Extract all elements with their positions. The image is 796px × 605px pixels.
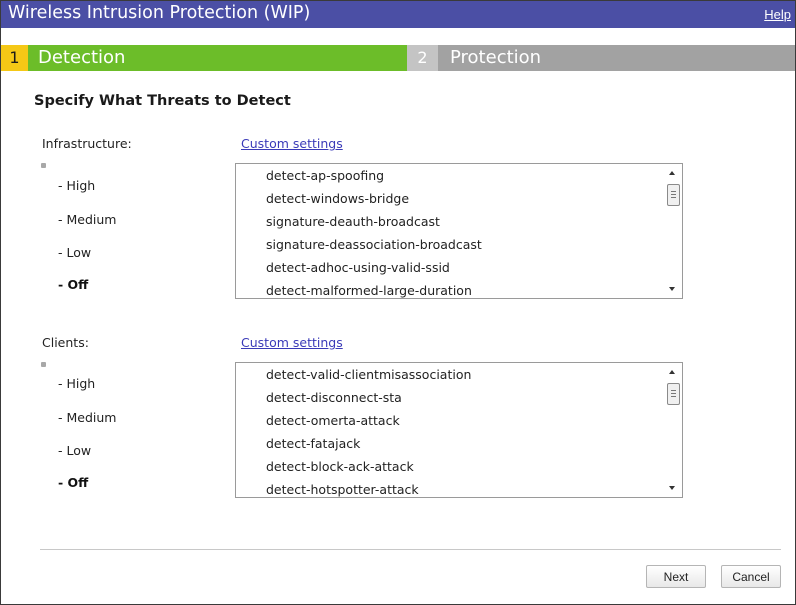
scroll-down-icon[interactable] (669, 287, 675, 291)
list-item[interactable]: detect-fatajack (236, 434, 656, 457)
clients-label: Clients: (42, 335, 89, 350)
infrastructure-threat-list[interactable]: detect-ap-spoofing detect-windows-bridge… (235, 163, 683, 299)
infrastructure-label: Infrastructure: (42, 136, 132, 151)
list-item[interactable]: detect-windows-bridge (236, 189, 656, 212)
list-item[interactable]: detect-hotspotter-attack (236, 480, 656, 497)
clients-threat-list[interactable]: detect-valid-clientmisassociation detect… (235, 362, 683, 498)
infrastructure-slider-handle[interactable] (41, 163, 46, 168)
dialog-title: Wireless Intrusion Protection (WIP) (8, 3, 311, 23)
list-item[interactable]: detect-omerta-attack (236, 411, 656, 434)
clients-level-medium[interactable]: - Medium (58, 410, 116, 425)
wip-dialog: Wireless Intrusion Protection (WIP) Help… (0, 0, 796, 605)
step-label: Detection (28, 45, 407, 71)
list-item[interactable]: signature-deassociation-broadcast (236, 235, 656, 258)
title-bar: Wireless Intrusion Protection (WIP) Help (1, 1, 795, 28)
step-label: Protection (438, 45, 795, 71)
infrastructure-level-medium[interactable]: - Medium (58, 212, 116, 227)
step-number: 1 (1, 45, 28, 71)
infrastructure-level-low[interactable]: - Low (58, 245, 91, 260)
clients-level-low[interactable]: - Low (58, 443, 91, 458)
scroll-up-icon[interactable] (669, 370, 675, 374)
clients-custom-settings-link[interactable]: Custom settings (241, 335, 343, 350)
cancel-button[interactable]: Cancel (721, 565, 781, 588)
clients-level-high[interactable]: - High (58, 376, 95, 391)
list-item[interactable]: detect-disconnect-sta (236, 388, 656, 411)
scrollbar[interactable] (665, 164, 682, 298)
scroll-down-icon[interactable] (669, 486, 675, 490)
scrollbar[interactable] (665, 363, 682, 497)
infrastructure-level-off[interactable]: - Off (58, 277, 88, 292)
wizard-steps: 1 Detection 2 Protection (1, 45, 795, 71)
footer-divider (40, 549, 781, 550)
section-heading: Specify What Threats to Detect (34, 93, 291, 109)
scroll-thumb[interactable] (667, 184, 680, 206)
list-item[interactable]: signature-deauth-broadcast (236, 212, 656, 235)
help-link[interactable]: Help (764, 7, 791, 22)
clients-level-off[interactable]: - Off (58, 475, 88, 490)
clients-slider-handle[interactable] (41, 362, 46, 367)
next-button[interactable]: Next (646, 565, 706, 588)
scroll-thumb[interactable] (667, 383, 680, 405)
infrastructure-level-high[interactable]: - High (58, 178, 95, 193)
list-item[interactable]: detect-valid-clientmisassociation (236, 365, 656, 388)
list-item[interactable]: detect-malformed-large-duration (236, 281, 656, 298)
list-item[interactable]: detect-block-ack-attack (236, 457, 656, 480)
list-item[interactable]: detect-ap-spoofing (236, 166, 656, 189)
step-number: 2 (407, 45, 438, 71)
list-item[interactable]: detect-adhoc-using-valid-ssid (236, 258, 656, 281)
scroll-up-icon[interactable] (669, 171, 675, 175)
infrastructure-custom-settings-link[interactable]: Custom settings (241, 136, 343, 151)
